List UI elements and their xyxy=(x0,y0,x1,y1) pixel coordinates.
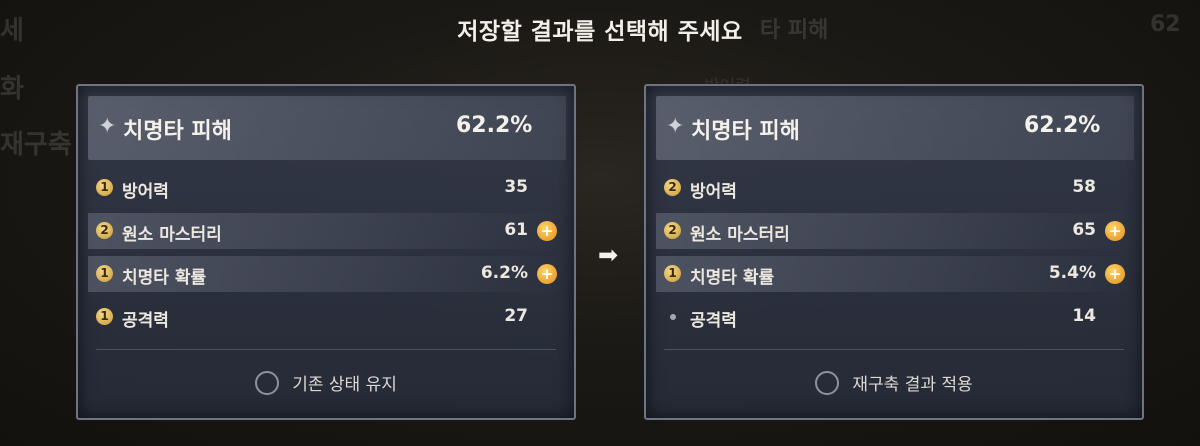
roll-count-badge: 2 xyxy=(664,179,681,196)
roll-count-badge: 1 xyxy=(96,308,113,325)
main-stat-value: 62.2% xyxy=(456,113,533,138)
roll-count-badge: 1 xyxy=(96,179,113,196)
keep-current-option[interactable]: 기존 상태 유지 xyxy=(78,370,574,398)
main-stat-name: 치명타 피해 xyxy=(123,119,232,144)
sparkle-star-icon: ✦ xyxy=(98,114,117,139)
substat-value: 14 xyxy=(1072,306,1096,326)
sparkle-star-icon: ✦ xyxy=(666,114,685,139)
substat-row: 1 치명타 확률 5.4% + xyxy=(656,256,1134,292)
substat-value: 35 xyxy=(504,177,528,197)
background-menu-text: 재구축 xyxy=(0,130,72,160)
substat-row: 2 원소 마스터리 65 + xyxy=(656,213,1134,249)
substat-value: 5.4% xyxy=(1048,263,1096,283)
roll-count-badge: 1 xyxy=(664,265,681,282)
substat-value: 6.2% xyxy=(480,263,528,283)
roll-count-badge: 2 xyxy=(664,222,681,239)
substat-name: 방어력 xyxy=(122,182,169,202)
substat-name: 공격력 xyxy=(690,311,737,331)
divider xyxy=(664,349,1124,350)
right-arrow-icon: ➡ xyxy=(598,241,619,269)
substat-name: 방어력 xyxy=(690,182,737,202)
substat-name: 치명타 확률 xyxy=(122,268,207,288)
option-label: 재구축 결과 적용 xyxy=(852,375,973,395)
divider xyxy=(96,349,556,350)
plus-icon: + xyxy=(537,264,557,284)
bullet-dot-icon xyxy=(670,314,676,320)
apply-rebuild-option[interactable]: 재구축 결과 적용 xyxy=(646,370,1142,398)
main-stat-value: 62.2% xyxy=(1024,113,1101,138)
roll-count-badge: 2 xyxy=(96,222,113,239)
substat-value: 61 xyxy=(504,220,528,240)
plus-icon: + xyxy=(537,221,557,241)
substat-row: 1 치명타 확률 6.2% + xyxy=(88,256,566,292)
page-title: 저장할 결과를 선택해 주세요 xyxy=(457,19,743,45)
substat-value: 58 xyxy=(1072,177,1096,197)
result-panel-rebuilt[interactable]: ✦ 치명타 피해 62.2% 2 방어력 58 2 원소 마스터리 65 + 1… xyxy=(644,84,1144,420)
substat-row: 1 공격력 27 xyxy=(88,299,566,335)
substat-row: 2 원소 마스터리 61 + xyxy=(88,213,566,249)
substat-row: 공격력 14 xyxy=(656,299,1134,335)
substat-name: 치명타 확률 xyxy=(690,268,775,288)
substat-row: 2 방어력 58 xyxy=(656,170,1134,206)
substat-value: 65 xyxy=(1072,220,1096,240)
main-stat: ✦ 치명타 피해 62.2% xyxy=(88,96,566,160)
substat-name: 공격력 xyxy=(122,311,169,331)
roll-count-badge: 1 xyxy=(96,265,113,282)
background-menu-text: 화 xyxy=(0,74,24,104)
substat-name: 원소 마스터리 xyxy=(690,225,790,245)
main-stat-name: 치명타 피해 xyxy=(691,119,800,144)
substat-row: 1 방어력 35 xyxy=(88,170,566,206)
main-stat: ✦ 치명타 피해 62.2% xyxy=(656,96,1134,160)
plus-icon: + xyxy=(1105,264,1125,284)
radio-button[interactable] xyxy=(815,370,840,395)
option-label: 기존 상태 유지 xyxy=(292,375,397,395)
plus-icon: + xyxy=(1105,221,1125,241)
result-panel-current[interactable]: ✦ 치명타 피해 62.2% 1 방어력 35 2 원소 마스터리 61 + 1… xyxy=(76,84,576,420)
radio-button[interactable] xyxy=(255,370,280,395)
substat-name: 원소 마스터리 xyxy=(122,225,222,245)
substat-value: 27 xyxy=(504,306,528,326)
